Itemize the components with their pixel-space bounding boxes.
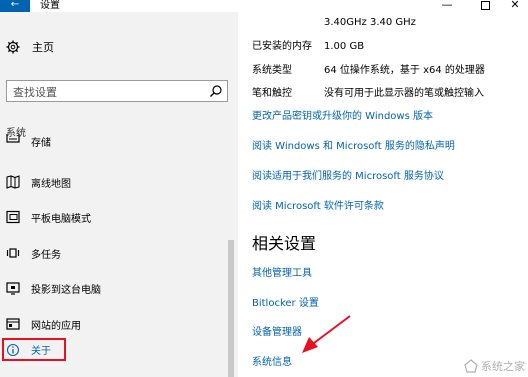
back-arrow-icon: ← [10, 0, 20, 10]
link-privacy-statement[interactable]: 阅读 Windows 和 Microsoft 服务的隐私声明 [252, 140, 455, 153]
related-settings-title: 相关设置 [252, 234, 317, 253]
sidebar-item-label: 离线地图 [31, 178, 71, 190]
map-icon [6, 175, 20, 189]
spec-processor-value: 3.40GHz 3.40 GHz [324, 17, 416, 28]
sidebar-item-label: 多任务 [31, 249, 61, 261]
link-change-product-key[interactable]: 更改产品密钥或升级你的 Windows 版本 [252, 110, 433, 123]
link-admin-tools[interactable]: 其他管理工具 [252, 267, 312, 280]
link-system-info[interactable]: 系统信息 [252, 356, 292, 369]
sidebar-home[interactable]: 主页 [6, 39, 54, 55]
gear-icon [6, 40, 20, 54]
search-box[interactable] [6, 80, 228, 103]
close-button[interactable]: ✕ [500, 0, 528, 12]
link-device-manager[interactable]: 设备管理器 [252, 326, 302, 339]
apps-for-websites-icon [6, 318, 20, 330]
sidebar-item-tablet-mode[interactable]: 平板电脑模式 [0, 206, 228, 228]
sidebar-item-label: 平板电脑模式 [31, 213, 91, 225]
sidebar-item-label: 关于 [31, 346, 51, 357]
sidebar: 主页 系统 存储 离线地图 平板电脑模式 [0, 12, 238, 377]
sidebar-scrollbar[interactable] [228, 240, 234, 377]
title-bar: ← 设置 — ✕ [0, 0, 528, 12]
sidebar-item-label: 网站的应用 [31, 320, 81, 332]
sidebar-item-label: 投影到这台电脑 [31, 284, 101, 296]
spec-system-type: 系统类型 64 位操作系统，基于 x64 的处理器 [252, 64, 485, 77]
sidebar-item-multitasking[interactable]: 多任务 [0, 242, 228, 264]
close-icon: ✕ [510, 0, 520, 11]
spec-pen-and-touch: 笔和触控 没有可用于此显示器的笔或触控输入 [252, 87, 484, 100]
minimize-icon: — [441, 0, 453, 11]
sidebar-item-apps-for-websites[interactable]: 网站的应用 [0, 313, 228, 335]
link-services-agreement[interactable]: 阅读适用于我们服务的 Microsoft 服务协议 [252, 170, 444, 183]
minimize-button[interactable]: — [432, 0, 462, 12]
link-bitlocker-settings[interactable]: Bitlocker 设置 [252, 297, 319, 310]
sidebar-item-offline-maps[interactable]: 离线地图 [0, 171, 228, 193]
spec-key: 已安装的内存 [252, 41, 312, 52]
sidebar-home-label: 主页 [32, 41, 54, 54]
spec-installed-ram: 已安装的内存 1.00 GB [252, 40, 364, 53]
project-icon [6, 282, 20, 295]
maximize-icon [480, 1, 490, 10]
about-content: 3.40GHz 3.40 GHz 已安装的内存 1.00 GB 系统类型 64 … [238, 12, 528, 377]
sidebar-item-label: 存储 [31, 137, 51, 149]
back-button[interactable]: ← [0, 0, 30, 12]
spec-processor: 3.40GHz 3.40 GHz [252, 16, 416, 29]
sidebar-item-project-to-pc[interactable]: 投影到这台电脑 [0, 277, 228, 299]
maximize-button[interactable] [470, 0, 500, 12]
info-icon [6, 343, 20, 356]
search-input[interactable] [7, 82, 203, 103]
spec-key: 笔和触控 [252, 88, 292, 99]
storage-icon [6, 134, 20, 143]
spec-value: 没有可用于此显示器的笔或触控输入 [324, 88, 484, 99]
multitask-icon [6, 248, 20, 258]
spec-value: 64 位操作系统，基于 x64 的处理器 [324, 65, 485, 76]
sidebar-item-about[interactable]: 关于 [2, 338, 66, 361]
spec-value: 1.00 GB [324, 41, 365, 52]
watermark-text: 系统之家 [481, 360, 525, 373]
sidebar-item-storage[interactable]: 存储 [0, 134, 228, 148]
watermark-logo-icon [464, 359, 478, 373]
window-title: 设置 [40, 0, 60, 11]
watermark: 系统之家 [464, 358, 525, 374]
search-icon [210, 85, 222, 97]
spec-key: 系统类型 [252, 65, 292, 76]
tablet-icon [6, 210, 20, 224]
link-license-terms[interactable]: 阅读 Microsoft 软件许可条款 [252, 200, 384, 213]
